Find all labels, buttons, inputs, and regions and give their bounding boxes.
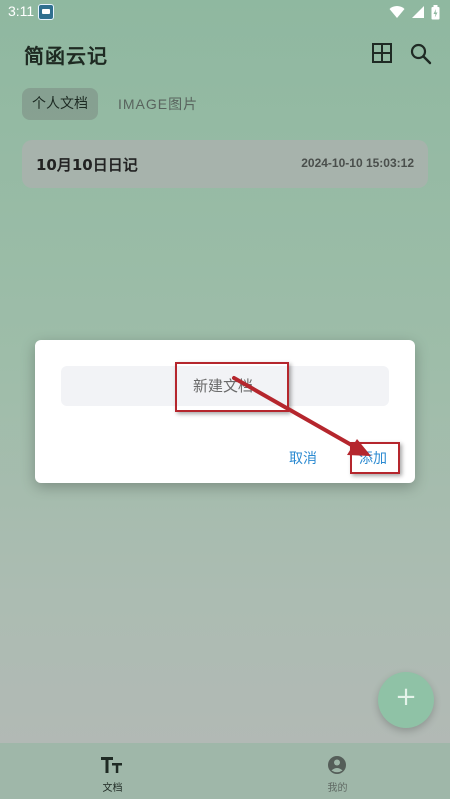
- grid-icon: [372, 43, 392, 63]
- signal-icon: [412, 6, 424, 18]
- text-format-icon: [101, 757, 122, 773]
- status-time: 3:11: [8, 3, 35, 19]
- add-document-fab[interactable]: +: [378, 672, 434, 728]
- tab-personal-docs[interactable]: 个人文档: [22, 88, 98, 120]
- profile-icon: [328, 756, 346, 774]
- app-title: 简函云记: [24, 44, 108, 68]
- battery-icon: [431, 4, 440, 19]
- nav-label-documents: 文档: [102, 783, 123, 794]
- layout-toggle-button[interactable]: [370, 41, 394, 65]
- bottom-nav: 文档 我的: [0, 743, 450, 799]
- search-button[interactable]: [408, 41, 434, 67]
- nav-item-mine[interactable]: 我的: [225, 743, 450, 799]
- document-title: 10月10日日记: [36, 156, 138, 174]
- document-timestamp: 2024-10-10 15:03:12: [301, 156, 414, 170]
- wifi-icon: [389, 6, 405, 19]
- nav-label-mine: 我的: [327, 783, 348, 794]
- app-notification-icon: [38, 4, 54, 20]
- add-button[interactable]: 添加: [359, 448, 387, 468]
- tab-images[interactable]: IMAGE图片: [108, 88, 208, 120]
- document-name-input[interactable]: [61, 366, 389, 406]
- cancel-button[interactable]: 取消: [289, 448, 317, 468]
- status-bar: 3:11: [0, 0, 450, 24]
- status-icons: [389, 4, 440, 20]
- document-card[interactable]: 10月10日日记 2024-10-10 15:03:12: [22, 140, 428, 188]
- new-document-dialog: 取消 添加: [35, 340, 415, 483]
- nav-item-documents[interactable]: 文档: [0, 743, 225, 799]
- search-icon: [410, 43, 432, 65]
- plus-icon: +: [395, 682, 417, 712]
